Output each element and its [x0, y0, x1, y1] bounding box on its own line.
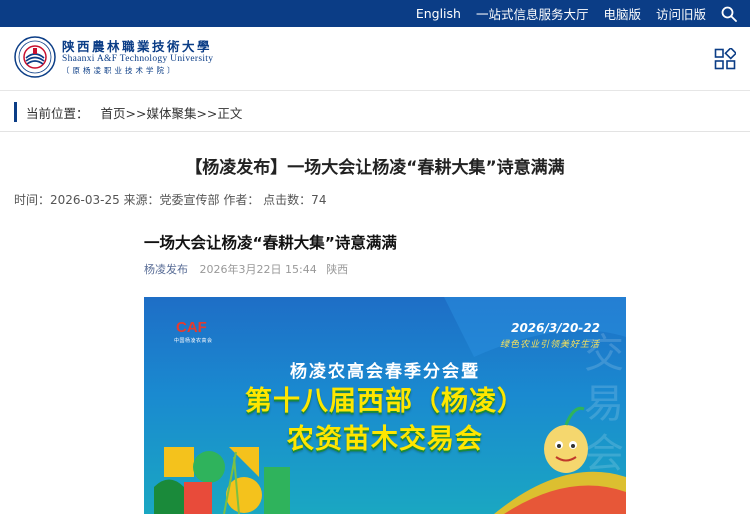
divider [0, 131, 750, 132]
poster-slogan: 绿色农业引领美好生活 [499, 340, 600, 350]
article-region: 陕西 [326, 263, 349, 276]
poster-dates: 2026/3/20-22 [511, 321, 600, 335]
article-inner-meta: 杨凌发布 2026年3月22日 15:44 陕西 [144, 261, 348, 277]
top-links: English 一站式信息服务大厅 电脑版 访问旧版 [401, 0, 738, 27]
article-inner-title: 一场大会让杨凌“春耕大集”诗意满满 [144, 234, 397, 252]
event-poster-image: 交 易 会 CAF 中国杨凌农高会 2026/3/20-22 绿色农业引领美好生… [144, 297, 626, 514]
article-meta: 时间：2026-03-25 来源：党委宣传部 作者： 点击数：74 [14, 193, 327, 207]
site-header: 陕西農林職業技術大學 Shaanxi A&F Technology Univer… [0, 27, 750, 91]
logo-chinese-name: 陕西農林職業技術大學 [62, 38, 213, 54]
page-title: 【杨凌发布】一场大会让杨凌“春耕大集”诗意满满 [185, 158, 565, 178]
logo-english-name: Shaanxi A&F Technology University [62, 53, 214, 64]
breadcrumb-label: 当前位置： [26, 105, 89, 121]
search-icon[interactable] [720, 5, 738, 23]
poster-logo-sub: 中国杨凌农高会 [174, 338, 213, 344]
poster-line-2: 第十八届西部（杨凌） [245, 386, 525, 417]
menu-grid-icon[interactable] [714, 48, 736, 70]
desktop-version-link[interactable]: 电脑版 [603, 4, 641, 23]
service-hall-link[interactable]: 一站式信息服务大厅 [476, 4, 589, 23]
english-link[interactable]: English [416, 6, 461, 21]
poster-logo: CAF [176, 319, 207, 336]
top-bar: English 一站式信息服务大厅 电脑版 访问旧版 [0, 0, 750, 27]
university-logo[interactable]: 陕西農林職業技術大學 Shaanxi A&F Technology Univer… [14, 36, 213, 78]
logo-former-name: 〔原杨凌职业技术学院〕 [62, 65, 178, 75]
university-seal-icon [14, 36, 56, 78]
breadcrumb-path[interactable]: 首页>>媒体聚集>>正文 [101, 103, 243, 122]
poster-line-3: 农资苗木交易会 [287, 424, 483, 455]
article-source-link[interactable]: 杨凌发布 [144, 263, 188, 276]
article-date: 2026年3月22日 15:44 [199, 263, 317, 276]
old-version-link[interactable]: 访问旧版 [656, 4, 706, 23]
breadcrumb: 当前位置： 首页>>媒体聚集>>正文 [14, 102, 242, 122]
